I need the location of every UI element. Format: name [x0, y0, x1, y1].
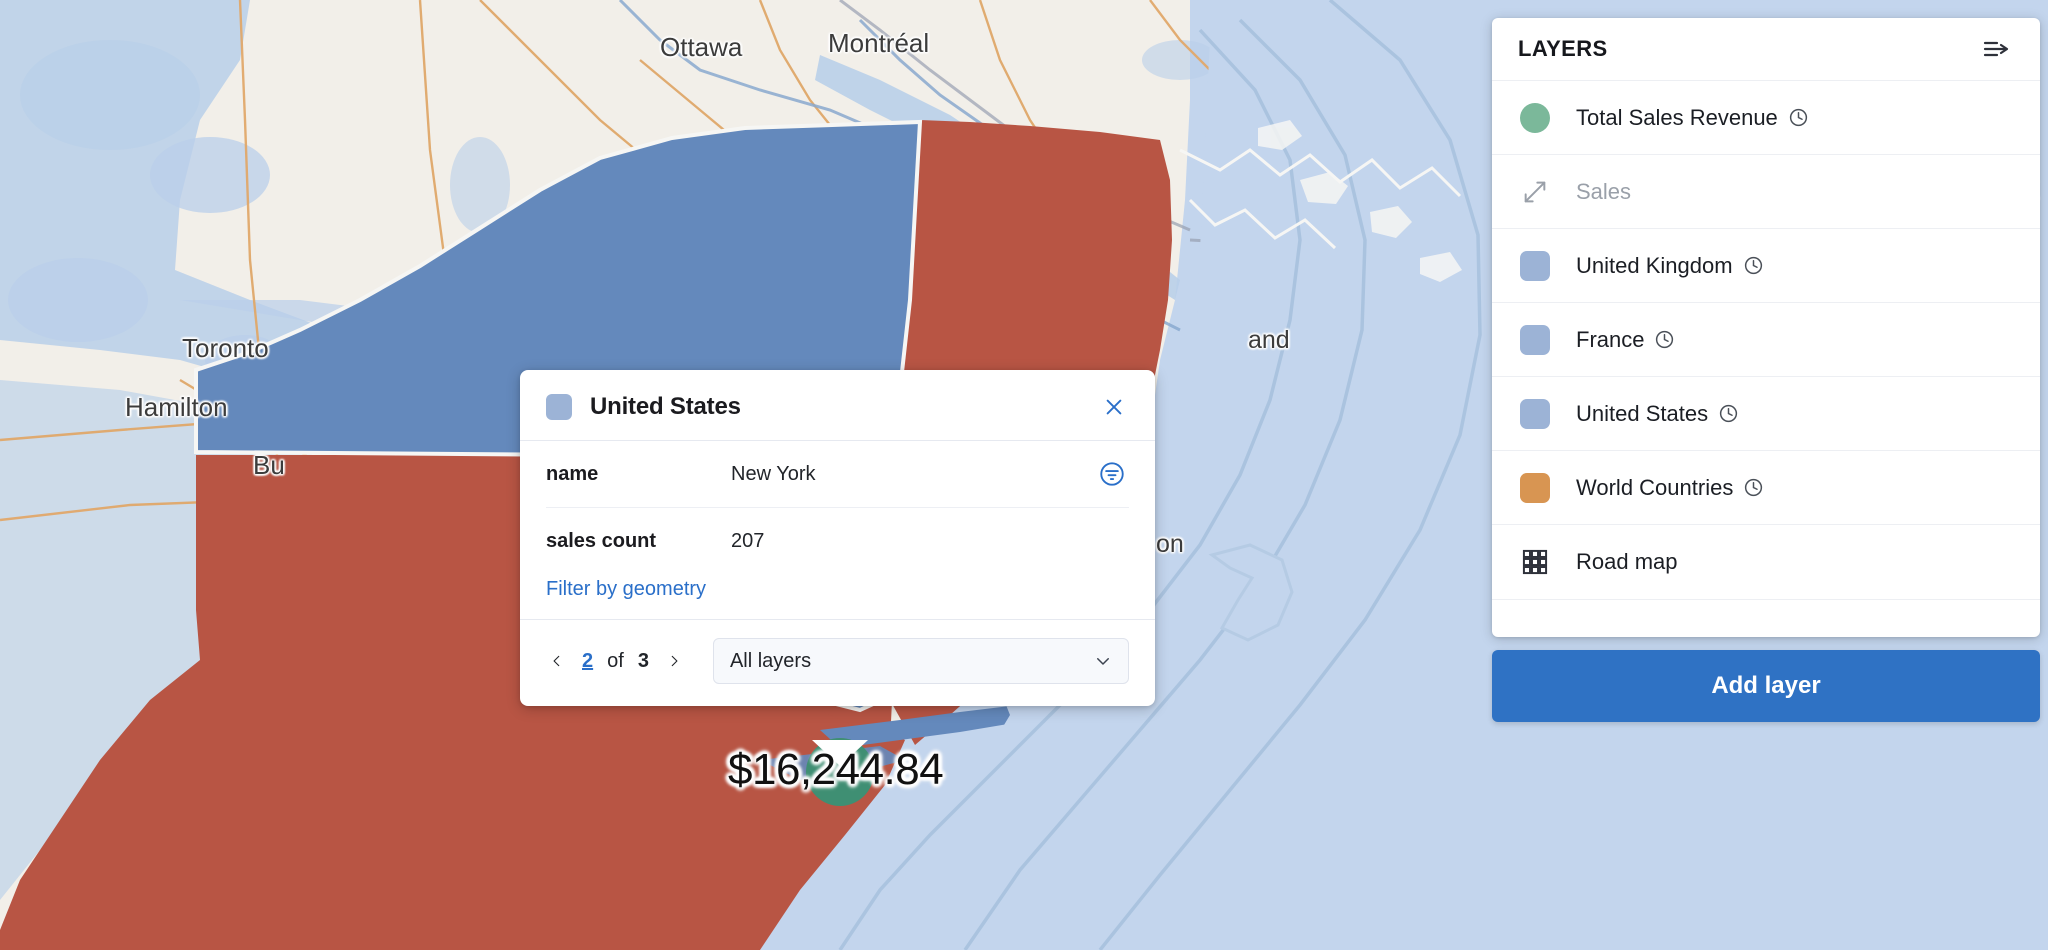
- map-application: Ottawa Montréal Toronto Hamilton Bu and …: [0, 0, 2048, 950]
- feature-pager: 2 of 3: [546, 648, 685, 674]
- chevron-right-icon[interactable]: [663, 648, 685, 674]
- clock-icon[interactable]: [1743, 255, 1764, 276]
- layers-list: Total Sales Revenue Sales United Kingdom…: [1492, 80, 2040, 599]
- feature-attributes: name New York sales count 207 Filter by …: [520, 441, 1155, 619]
- clock-icon[interactable]: [1718, 403, 1739, 424]
- layer-item-label: Total Sales Revenue: [1576, 104, 1778, 130]
- layer-filter-selected-value: All layers: [729, 649, 812, 672]
- attribute-value: New York: [731, 462, 816, 485]
- layer-item-road-map[interactable]: Road map: [1492, 525, 2040, 599]
- layer-filter-select[interactable]: All layers: [712, 638, 1129, 684]
- chevron-left-icon[interactable]: [546, 648, 568, 674]
- clock-icon[interactable]: [1743, 477, 1764, 498]
- clock-icon[interactable]: [1654, 329, 1675, 350]
- feature-popup-footer: 2 of 3 All layers: [520, 619, 1155, 706]
- square-swatch-icon: [1518, 323, 1552, 357]
- circle-swatch-icon: [1518, 101, 1552, 135]
- layer-item-france[interactable]: France: [1492, 303, 2040, 377]
- clock-icon[interactable]: [1788, 107, 1809, 128]
- attribute-key: sales count: [546, 529, 657, 552]
- layer-item-label: World Countries: [1576, 474, 1734, 500]
- attribute-key: name: [546, 462, 599, 485]
- layer-item-sales[interactable]: Sales: [1492, 155, 2040, 229]
- layer-item-label: France: [1576, 326, 1645, 352]
- layer-item-united-kingdom[interactable]: United Kingdom: [1492, 229, 2040, 303]
- filter-by-geometry-link[interactable]: Filter by geometry: [546, 574, 706, 619]
- square-swatch-icon: [1518, 471, 1552, 505]
- pager-of-label: of: [607, 649, 624, 672]
- attribute-row-sales-count: sales count 207: [546, 508, 1129, 574]
- layer-item-label: United Kingdom: [1576, 252, 1733, 278]
- attribute-filter-placeholder: [1095, 524, 1129, 558]
- layers-panel-title: LAYERS: [1518, 36, 1608, 61]
- layers-panel: LAYERS Total Sales Revenue Sales United …: [1492, 18, 2040, 637]
- chevron-down-icon: [1094, 652, 1112, 670]
- expand-arrows-icon: [1518, 175, 1552, 209]
- grid-basemap-icon: [1518, 545, 1552, 579]
- feature-popup-header: United States: [520, 370, 1155, 440]
- add-layer-button[interactable]: Add layer: [1492, 650, 2040, 722]
- layer-item-label: United States: [1576, 400, 1709, 426]
- layers-panel-footer: [1492, 599, 2040, 637]
- layers-panel-header: LAYERS: [1492, 18, 2040, 80]
- attribute-value: 207: [731, 529, 765, 552]
- feature-popup: United States name New York sales count …: [520, 370, 1155, 706]
- pager-current-page[interactable]: 2: [582, 650, 593, 673]
- collapse-panel-icon[interactable]: [1980, 32, 2014, 66]
- layer-item-world-countries[interactable]: World Countries: [1492, 451, 2040, 525]
- attribute-row-name: name New York: [546, 441, 1129, 508]
- layer-color-swatch-icon: [546, 394, 572, 420]
- layer-item-label: Sales: [1576, 178, 1632, 204]
- square-swatch-icon: [1518, 249, 1552, 283]
- square-swatch-icon: [1518, 397, 1552, 431]
- close-icon[interactable]: [1099, 392, 1129, 422]
- layer-item-total-sales-revenue[interactable]: Total Sales Revenue: [1492, 81, 2040, 155]
- layer-item-united-states[interactable]: United States: [1492, 377, 2040, 451]
- layer-item-label: Road map: [1576, 549, 1678, 574]
- pager-total-pages: 3: [637, 649, 649, 672]
- filter-by-value-icon[interactable]: [1095, 457, 1129, 491]
- feature-popup-title: United States: [590, 393, 741, 420]
